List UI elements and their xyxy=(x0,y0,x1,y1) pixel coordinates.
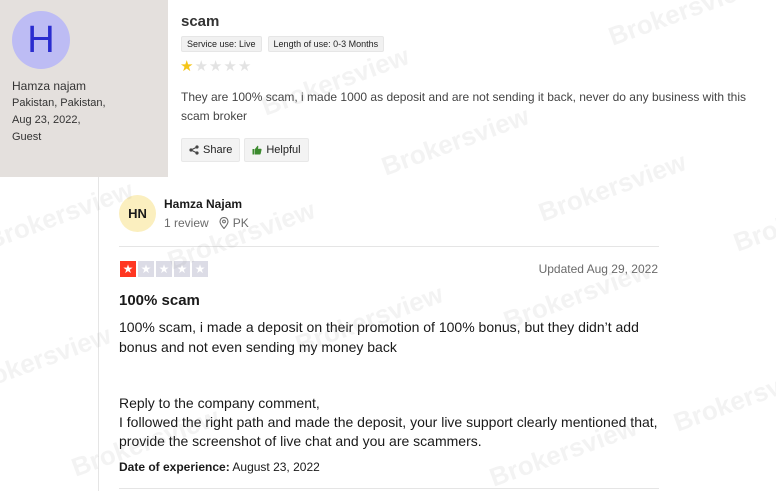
share-button[interactable]: Share xyxy=(181,138,241,162)
top-review-card: H Hamza najam Pakistan, Pakistan, Aug 23… xyxy=(0,0,776,177)
star-icon: ★ xyxy=(237,58,252,75)
author-location: PK xyxy=(219,216,249,230)
divider xyxy=(119,246,659,247)
avatar: H xyxy=(12,11,70,69)
date-of-experience: Date of experience: August 23, 2022 xyxy=(119,460,320,474)
star-icon: ★ xyxy=(192,261,208,277)
review-tags: Service use: Live Length of use: 0-3 Mon… xyxy=(181,36,385,52)
tag-length-of-use: Length of use: 0-3 Months xyxy=(267,36,385,52)
review-title: scam xyxy=(181,13,220,30)
country-code: PK xyxy=(232,216,249,230)
star-icon: ★ xyxy=(174,261,190,277)
review-text: 100% scam, i made a deposit on their pro… xyxy=(119,319,639,355)
review-body: They are 100% scam, i made 1000 as depos… xyxy=(181,90,746,123)
author-name[interactable]: Hamza Najam xyxy=(164,197,242,211)
star-icon: ★ xyxy=(138,261,154,277)
star-rating: ★ ★ ★ ★ ★ xyxy=(120,261,208,277)
location-pin-icon xyxy=(219,217,229,229)
share-icon xyxy=(189,145,199,155)
reply-intro: Reply to the company comment, xyxy=(119,395,320,411)
review-content: scam Service use: Live Length of use: 0-… xyxy=(168,0,776,177)
review-date: Aug 23, 2022, xyxy=(12,114,81,126)
star-icon: ★ xyxy=(194,58,208,75)
helpful-label: Helpful xyxy=(266,144,301,156)
divider xyxy=(119,488,659,489)
updated-date: Updated Aug 29, 2022 xyxy=(538,262,658,276)
share-label: Share xyxy=(203,144,233,156)
author-name: Hamza najam xyxy=(12,79,87,93)
author-role: Guest xyxy=(12,131,42,143)
thumbs-up-icon xyxy=(252,145,262,155)
avatar: HN xyxy=(119,195,156,232)
helpful-button[interactable]: Helpful xyxy=(244,138,309,162)
author-location: Pakistan, Pakistan, xyxy=(12,97,106,109)
star-icon: ★ xyxy=(180,58,194,75)
star-icon: ★ xyxy=(223,58,237,75)
star-icon: ★ xyxy=(208,58,223,75)
star-icon: ★ xyxy=(120,261,136,277)
tag-service-use: Service use: Live xyxy=(181,36,262,52)
reply-body: I followed the right path and made the d… xyxy=(119,414,658,449)
author-panel: H Hamza najam Pakistan, Pakistan, Aug 23… xyxy=(0,0,168,177)
reply-text: Reply to the company comment, I followed… xyxy=(119,394,664,451)
date-of-experience-label: Date of experience: xyxy=(119,460,230,474)
date-of-experience-value: August 23, 2022 xyxy=(232,460,320,474)
bottom-review-card: HN Hamza Najam 1 review PK ★ ★ ★ ★ ★ Updated… xyxy=(98,177,776,491)
review-count: 1 review xyxy=(164,216,209,230)
review-title[interactable]: 100% scam xyxy=(119,292,200,309)
star-icon: ★ xyxy=(156,261,172,277)
author-meta: 1 review PK xyxy=(164,216,249,230)
review-actions: Share Helpful xyxy=(181,138,309,162)
star-rating: ★ ★ ★ ★ ★ xyxy=(180,59,251,74)
